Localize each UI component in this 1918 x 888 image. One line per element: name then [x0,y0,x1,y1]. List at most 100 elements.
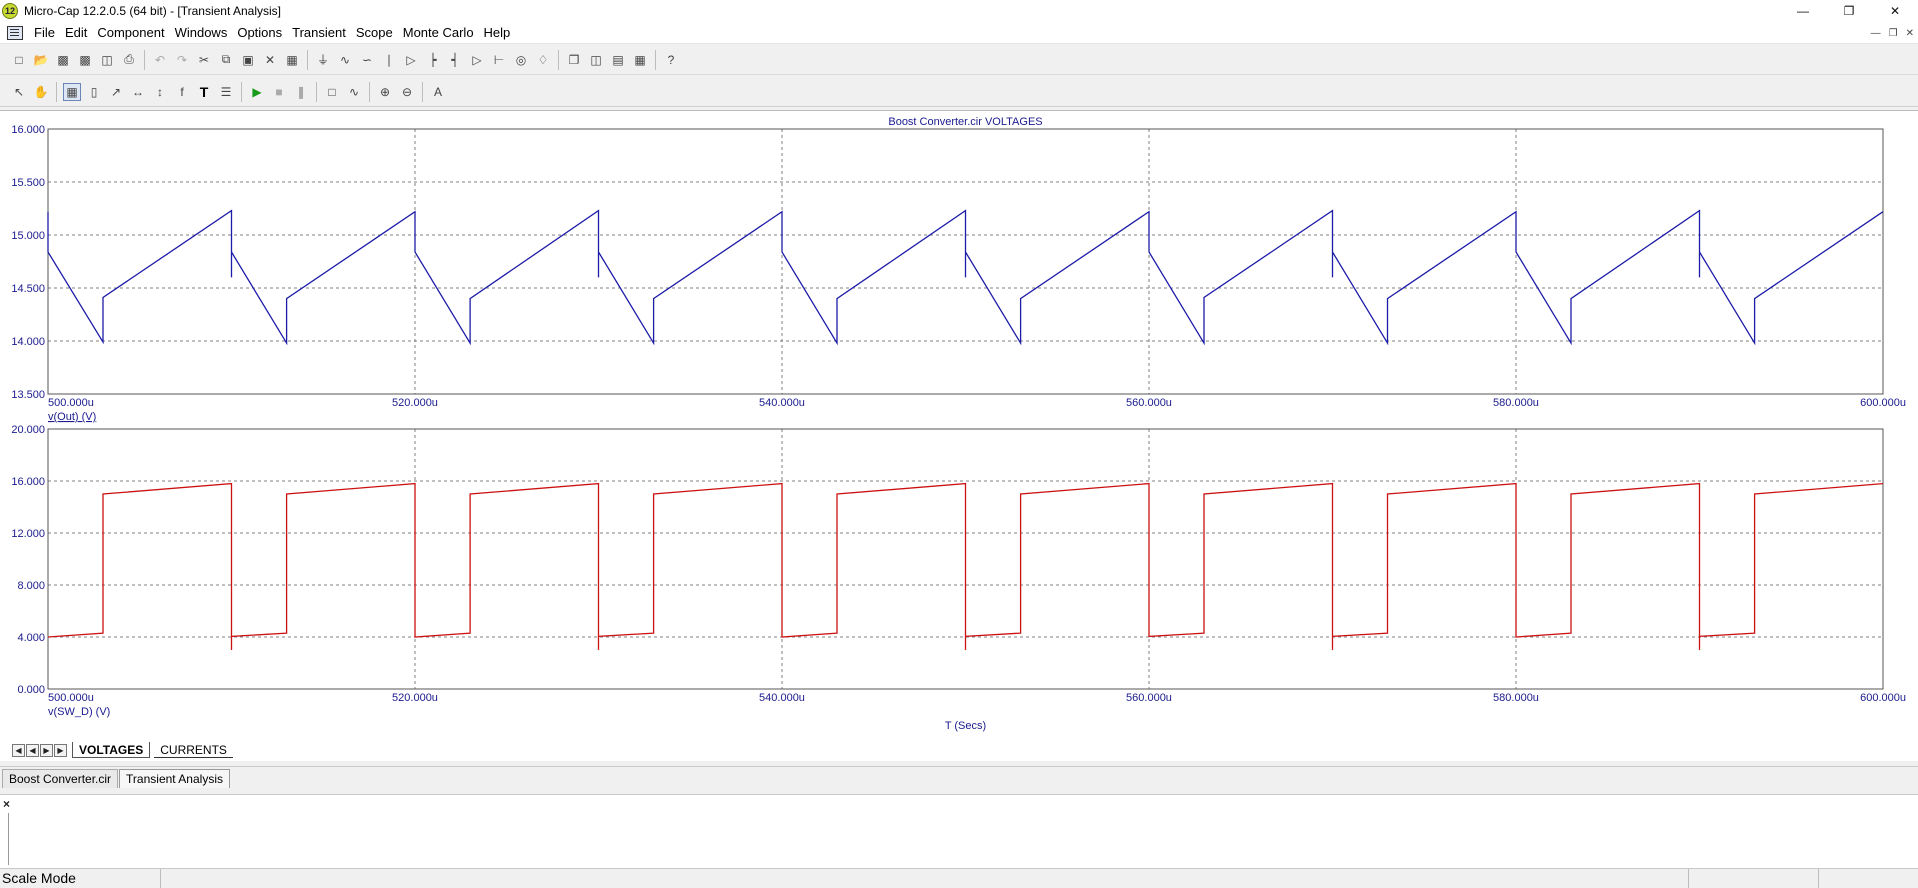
menu-scope[interactable]: Scope [351,25,398,40]
help-icon[interactable]: ? [662,51,680,69]
trace-label-1: v(Out) (V) [48,411,96,423]
menu-file[interactable]: File [29,25,60,40]
status-bar: Scale Mode [0,868,1918,888]
tile-vertical-icon[interactable]: ◫ [587,51,605,69]
opamp-icon[interactable]: ▷ [468,51,486,69]
source-icon[interactable]: ◎ [512,51,530,69]
document-menu-icon[interactable] [7,25,23,40]
first-page-icon[interactable]: ◀ [12,743,25,757]
x-tick-label: 560.000u [1126,692,1172,704]
tile-horizontal-icon[interactable]: ▤ [609,51,627,69]
trace-label-2: v(SW_D) (V) [48,706,110,718]
undo-icon[interactable]: ↶ [151,51,169,69]
run-icon[interactable]: ▶ [248,83,266,101]
plot-area[interactable]: 16.000 15.500 15.000 14.500 14.000 13.500 500.… [0,110,1918,761]
y-tick-label: 12.000 [11,528,45,540]
limits-icon[interactable]: □ [323,83,341,101]
scale-mode-icon[interactable]: ▦ [63,82,81,101]
point-tag-icon[interactable]: ↗ [107,83,125,101]
ground-icon[interactable]: ⏚ [314,51,332,69]
cursor-icon[interactable]: ▯ [85,83,103,101]
vertical-tag-icon[interactable]: ↕ [151,83,169,101]
pan-icon[interactable]: ✋ [32,83,50,101]
menu-component[interactable]: Component [92,25,169,40]
select-mode-icon[interactable]: ↖ [10,83,28,101]
status-cell-b [1819,869,1918,888]
menu-help[interactable]: Help [479,25,516,40]
tab-voltages[interactable]: VOLTAGES [72,742,151,758]
menu-monte-carlo[interactable]: Monte Carlo [398,25,479,40]
window-cascade-icon[interactable]: ❐ [565,51,583,69]
x-tick-label: 540.000u [759,397,805,409]
output-pane: × [0,794,1918,868]
save-icon[interactable]: ▩ [54,51,72,69]
copy-icon[interactable]: ⧉ [217,51,235,69]
prev-page-icon[interactable]: ◀ [26,743,39,757]
output-text-area[interactable] [8,813,1912,865]
select-all-icon[interactable]: ▦ [283,51,301,69]
close-icon[interactable]: ✕ [1872,0,1918,22]
mdi-close-icon[interactable]: ✕ [1906,28,1914,39]
open-icon[interactable]: 📂 [32,51,50,69]
mdi-minimize-icon[interactable]: — [1871,28,1881,39]
analysis-toolbar: ↖ ✋ ▦ ▯ ↗ ↔ ↕ f T ☰ ▶ ■ ❚ □ ∿ ⊕ ⊖ A [0,77,1918,107]
horizontal-tag-icon[interactable]: ↔ [129,83,147,101]
font-icon[interactable]: A [429,83,447,101]
analysis-page-tabs: ◀ ◀ ▶ ▶ VOLTAGES CURRENTS [0,741,1918,759]
performance-tag-icon[interactable]: f [173,83,191,101]
trace-v-sw-d[interactable] [47,482,1884,650]
delete-icon[interactable]: ✕ [261,51,279,69]
x-axis-label: T (Secs) [945,720,986,732]
save-all-icon[interactable]: ▩ [76,51,94,69]
stop-icon[interactable]: ■ [270,83,288,101]
print-icon[interactable]: ⎙ [120,51,138,69]
print-preview-icon[interactable]: ◫ [98,51,116,69]
minimize-icon[interactable]: — [1780,0,1826,22]
y-tick-label: 14.500 [11,283,45,295]
new-icon[interactable]: □ [10,51,28,69]
component-panel-icon[interactable]: ▦ [631,51,649,69]
properties-icon[interactable]: ☰ [217,83,235,101]
tab-currents[interactable]: CURRENTS [154,742,233,758]
plot-title: Boost Converter.cir VOLTAGES [888,116,1042,128]
transistor-icon[interactable]: ┝ [424,51,442,69]
next-page-icon[interactable]: ▶ [40,743,53,757]
y-tick-label: 16.000 [11,124,45,136]
tab-boost-converter[interactable]: Boost Converter.cir [2,769,119,788]
y-tick-label: 13.500 [11,389,45,401]
pause-icon[interactable]: ❚ [292,83,310,101]
cut-icon[interactable]: ✂ [195,51,213,69]
menu-windows[interactable]: Windows [170,25,233,40]
close-icon[interactable]: × [3,797,10,811]
toolbar-separator [307,49,308,70]
plot-svg[interactable]: 16.00015.50015.00014.50014.00013.500500.… [0,111,1918,741]
y-tick-label: 14.000 [11,336,45,348]
window-title: Micro-Cap 12.2.0.5 (64 bit) - [Transient… [24,4,281,18]
redo-icon[interactable]: ↷ [173,51,191,69]
menu-transient[interactable]: Transient [287,25,351,40]
paste-icon[interactable]: ▣ [239,51,257,69]
x-tick-label: 600.000u [1860,692,1906,704]
menu-edit[interactable]: Edit [60,25,92,40]
tab-transient-analysis[interactable]: Transient Analysis [119,769,230,788]
resistor-icon[interactable]: ∿ [336,51,354,69]
diode-icon[interactable]: ▷ [402,51,420,69]
main-toolbar: □ 📂 ▩ ▩ ◫ ⎙ ↶ ↷ ✂ ⧉ ▣ ✕ ▦ ⏚ ∿ ∽ ∣ ▷ ┝ ┥ ▷ ⊢ ◎ ♢ ❐ ◫ ▤ ▦? [0,45,1918,75]
capacitor-icon[interactable]: ∣ [380,51,398,69]
mosfet-icon[interactable]: ┥ [446,51,464,69]
document-tabs: Boost Converter.cir Transient Analysis [0,766,1918,788]
text-icon[interactable]: T [195,83,213,101]
trace-v-out[interactable] [47,209,1884,346]
last-page-icon[interactable]: ▶ [54,743,67,757]
zoom-in-icon[interactable]: ⊕ [376,83,394,101]
probe-icon[interactable]: ♢ [534,51,552,69]
mdi-restore-icon[interactable]: ❐ [1889,28,1898,39]
menu-options[interactable]: Options [232,25,287,40]
inductor-icon[interactable]: ∽ [358,51,376,69]
restore-icon[interactable]: ❐ [1826,0,1872,22]
battery-icon[interactable]: ⊢ [490,51,508,69]
zoom-out-icon[interactable]: ⊖ [398,83,416,101]
y-tick-label: 20.000 [11,424,45,436]
trace-icon[interactable]: ∿ [345,83,363,101]
y-tick-label: 8.000 [17,580,45,592]
